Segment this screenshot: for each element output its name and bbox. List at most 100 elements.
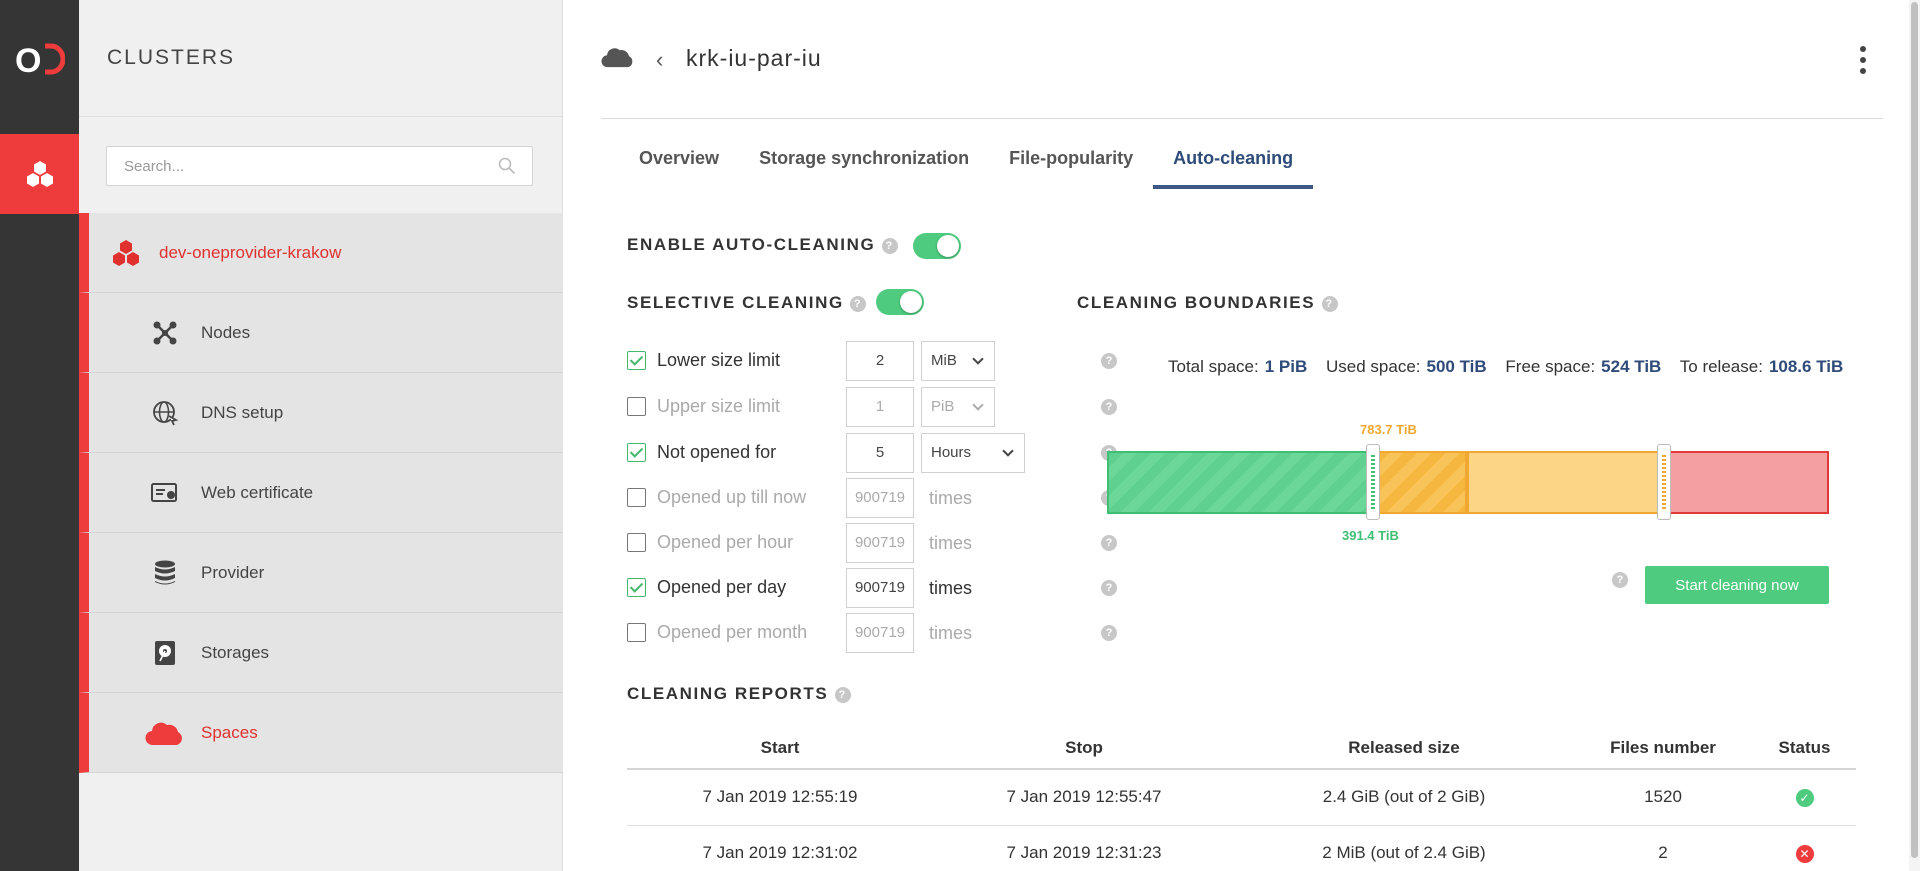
rule-label: Opened per day bbox=[657, 577, 787, 597]
rule-checkbox[interactable] bbox=[627, 623, 646, 642]
upper-threshold-handle[interactable] bbox=[1657, 444, 1671, 520]
free-below-upper-segment bbox=[1467, 451, 1664, 514]
help-icon[interactable]: ? bbox=[1101, 580, 1117, 596]
total-space-label: Total space: bbox=[1168, 357, 1259, 376]
hard-drive-icon bbox=[155, 640, 175, 665]
search-input[interactable]: Search... bbox=[106, 146, 533, 186]
rule-label: Upper size limit bbox=[657, 396, 781, 416]
rule-value-input[interactable]: 900719 bbox=[846, 478, 914, 518]
cleaning-reports-table: Start Stop Released size Files number St… bbox=[627, 728, 1856, 871]
selective-cleaning-text: SELECTIVE CLEANING bbox=[627, 293, 844, 312]
column-header-stop[interactable]: Stop bbox=[933, 728, 1235, 770]
sidebar-item-label: Nodes bbox=[201, 322, 251, 342]
rule-checkbox[interactable] bbox=[627, 578, 646, 597]
rule-checkbox[interactable] bbox=[627, 443, 646, 462]
tab-bar: Overview Storage synchronization File-po… bbox=[619, 136, 1314, 189]
upper-threshold-label: 783.7 TiB bbox=[1360, 422, 1417, 437]
rule-label: Opened per month bbox=[657, 622, 808, 642]
rule-checkbox[interactable] bbox=[627, 397, 646, 416]
rail-clusters-button[interactable] bbox=[0, 134, 79, 214]
table-row[interactable]: 7 Jan 2019 12:55:19 7 Jan 2019 12:55:47 … bbox=[627, 769, 1856, 826]
report-start: 7 Jan 2019 12:31:02 bbox=[627, 825, 933, 871]
tab-storage-synchronization[interactable]: Storage synchronization bbox=[739, 136, 989, 189]
chevron-down-icon bbox=[972, 399, 984, 411]
rule-value-input[interactable]: 900719 bbox=[846, 568, 914, 608]
help-icon[interactable]: ? bbox=[1101, 399, 1117, 415]
help-icon[interactable]: ? bbox=[850, 295, 867, 312]
selective-cleaning-label: SELECTIVE CLEANING ? bbox=[627, 293, 867, 313]
app-rail: O bbox=[0, 0, 79, 871]
rule-value-input[interactable]: 5 bbox=[846, 433, 914, 473]
help-icon[interactable]: ? bbox=[1321, 295, 1338, 312]
rule-value-input[interactable]: 900719 bbox=[846, 523, 914, 563]
rule-unit-label: times bbox=[929, 623, 973, 643]
chevron-down-icon bbox=[972, 353, 984, 365]
lower-threshold-handle[interactable] bbox=[1366, 444, 1380, 520]
rule-checkbox[interactable] bbox=[627, 533, 646, 552]
column-header-status[interactable]: Status bbox=[1753, 728, 1856, 770]
page-title: krk-iu-par-iu bbox=[686, 45, 822, 71]
help-icon[interactable]: ? bbox=[1101, 353, 1117, 369]
above-upper-threshold-segment bbox=[1664, 451, 1829, 514]
rule-lower-size-limit: Lower size limit 2 MiB ? bbox=[627, 340, 1117, 381]
sidebar-item-label: Spaces bbox=[201, 722, 258, 742]
sidebar-item-storages[interactable]: Storages bbox=[79, 613, 563, 693]
help-icon[interactable]: ? bbox=[834, 686, 851, 703]
nodes-icon bbox=[153, 321, 177, 344]
scrollbar-thumb[interactable] bbox=[1911, 2, 1918, 858]
sidebar-item-dns[interactable]: DNS setup bbox=[79, 373, 563, 453]
cluster-item[interactable]: dev-oneprovider-krakow bbox=[79, 213, 563, 293]
report-stop: 7 Jan 2019 12:31:23 bbox=[933, 825, 1235, 871]
report-start: 7 Jan 2019 12:55:19 bbox=[627, 769, 933, 826]
table-row[interactable]: 7 Jan 2019 12:31:02 7 Jan 2019 12:31:23 … bbox=[627, 825, 1856, 871]
free-space-label: Free space: bbox=[1505, 357, 1596, 376]
rule-opened-up-till-now: Opened up till now 900719 times ? bbox=[627, 477, 1117, 518]
sidebar-item-nodes[interactable]: Nodes bbox=[79, 293, 563, 373]
start-cleaning-button[interactable]: Start cleaning now bbox=[1645, 566, 1829, 604]
help-icon[interactable]: ? bbox=[1612, 572, 1628, 588]
cluster-name: dev-oneprovider-krakow bbox=[159, 242, 342, 262]
tab-auto-cleaning[interactable]: Auto-cleaning bbox=[1153, 136, 1314, 189]
more-options-icon[interactable] bbox=[1859, 46, 1867, 74]
column-header-released-size[interactable]: Released size bbox=[1235, 728, 1573, 770]
selective-cleaning-toggle[interactable] bbox=[876, 289, 924, 315]
help-icon[interactable]: ? bbox=[881, 237, 898, 254]
rule-checkbox[interactable] bbox=[627, 351, 646, 370]
back-chevron-icon[interactable]: ‹ bbox=[656, 47, 663, 73]
rule-opened-per-month: Opened per month 900719 times ? bbox=[627, 612, 1117, 653]
rule-unit-select[interactable]: MiB bbox=[921, 341, 995, 381]
sidebar-title: CLUSTERS bbox=[107, 46, 236, 69]
rule-checkbox[interactable] bbox=[627, 488, 646, 507]
rule-value-input[interactable]: 2 bbox=[846, 341, 914, 381]
cleaning-boundaries-bar bbox=[1107, 444, 1829, 520]
report-released: 2.4 GiB (out of 2 GiB) bbox=[1235, 769, 1573, 826]
sidebar-item-provider[interactable]: Provider bbox=[79, 533, 563, 613]
rule-unit-select[interactable]: Hours bbox=[921, 433, 1025, 473]
report-files: 1520 bbox=[1573, 769, 1753, 826]
page-header: ‹ krk-iu-par-iu bbox=[601, 0, 1883, 119]
help-icon[interactable]: ? bbox=[1101, 625, 1117, 641]
rule-opened-per-day: Opened per day 900719 times ? bbox=[627, 567, 1117, 608]
cluster-list: dev-oneprovider-krakow Nodes DNS setup W… bbox=[79, 213, 563, 773]
used-above-threshold-segment bbox=[1373, 451, 1467, 514]
table-header-row: Start Stop Released size Files number St… bbox=[627, 728, 1856, 770]
rule-value-input[interactable]: 900719 bbox=[846, 613, 914, 653]
rule-unit-label: times bbox=[929, 488, 973, 508]
sidebar-item-spaces[interactable]: Spaces bbox=[79, 693, 563, 773]
scrollbar[interactable] bbox=[1909, 0, 1920, 871]
help-icon[interactable]: ? bbox=[1101, 535, 1117, 551]
column-header-files-number[interactable]: Files number bbox=[1573, 728, 1753, 770]
tab-overview[interactable]: Overview bbox=[619, 136, 739, 189]
onedata-logo[interactable]: O bbox=[0, 0, 79, 117]
tab-file-popularity[interactable]: File-popularity bbox=[989, 136, 1153, 189]
column-header-start[interactable]: Start bbox=[627, 728, 933, 770]
logo-icon: O bbox=[15, 42, 65, 76]
sidebar-item-web-certificate[interactable]: Web certificate bbox=[79, 453, 563, 533]
rule-unit-value: MiB bbox=[931, 352, 957, 369]
rule-unit-label: times bbox=[929, 533, 973, 553]
success-check-icon: ✓ bbox=[1795, 789, 1814, 808]
cleaning-reports-label: CLEANING REPORTS ? bbox=[627, 684, 851, 704]
enable-autocleaning-toggle[interactable] bbox=[913, 233, 961, 259]
rule-unit-select[interactable]: PiB bbox=[921, 387, 995, 427]
rule-value-input[interactable]: 1 bbox=[846, 387, 914, 427]
